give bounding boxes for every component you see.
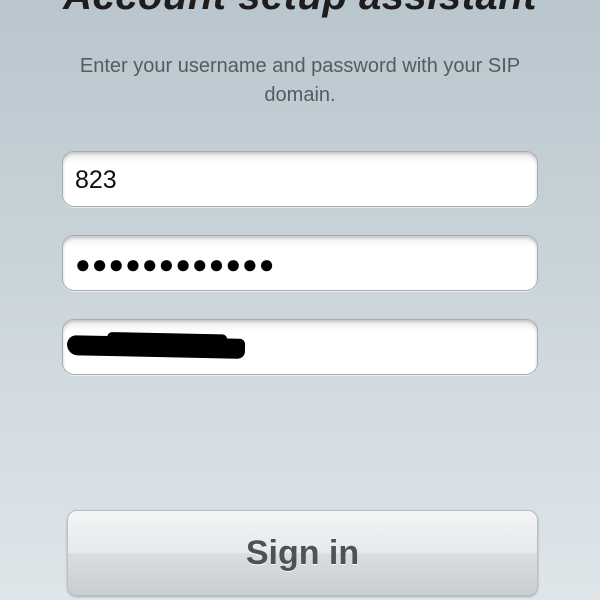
sign-in-button[interactable]: Sign in (67, 510, 538, 596)
sign-in-label: Sign in (245, 534, 360, 572)
page-title: Account setup assistant (0, 0, 600, 19)
redaction-mark (66, 335, 246, 359)
username-field[interactable]: 823 (62, 151, 538, 207)
domain-field[interactable] (62, 319, 538, 375)
account-setup-screen: Account setup assistant Enter your usern… (0, 0, 600, 600)
password-value: ●●●●●●●●●●●● (75, 249, 276, 279)
username-value: 823 (75, 166, 117, 194)
instructions-text: Enter your username and password with yo… (79, 55, 521, 106)
password-field[interactable]: ●●●●●●●●●●●● (62, 235, 538, 291)
